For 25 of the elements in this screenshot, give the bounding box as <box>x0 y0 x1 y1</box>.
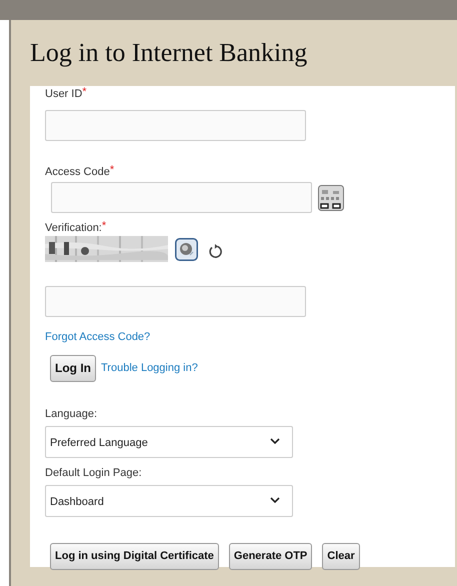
action-button[interactable]: Generate OTP <box>228 542 312 570</box>
verification-field[interactable] <box>45 286 306 317</box>
login-button[interactable]: Log In <box>50 354 96 382</box>
dropdown[interactable]: Dashboard <box>45 484 293 516</box>
dropdown[interactable]: Preferred Language <box>45 426 293 458</box>
action-button[interactable]: Log in using Digital Certificate <box>50 542 219 570</box>
keyboard-icon[interactable] <box>318 184 344 210</box>
required-mark: * <box>102 222 106 234</box>
page-title: Log in to Internet Banking <box>30 37 308 69</box>
field-label: User ID <box>45 88 82 101</box>
select-label: Default Login Page: <box>45 466 143 480</box>
speaker-icon[interactable] <box>175 238 198 260</box>
action-button[interactable]: Clear <box>322 542 360 570</box>
required-mark: * <box>110 166 114 178</box>
field-label: Verification: <box>45 222 102 235</box>
select-label: Language: <box>45 408 98 420</box>
user-id-field[interactable] <box>45 110 306 141</box>
access-code-field[interactable] <box>51 182 312 213</box>
required-mark: * <box>82 88 87 100</box>
refresh-icon[interactable] <box>208 244 223 258</box>
field-label: Access Code <box>45 166 110 179</box>
chevron-icon <box>270 438 280 444</box>
chevron-icon <box>270 497 280 503</box>
trouble-link[interactable]: Trouble Logging in? <box>101 360 198 376</box>
forgot-link[interactable]: Forgot Access Code? <box>45 331 150 343</box>
